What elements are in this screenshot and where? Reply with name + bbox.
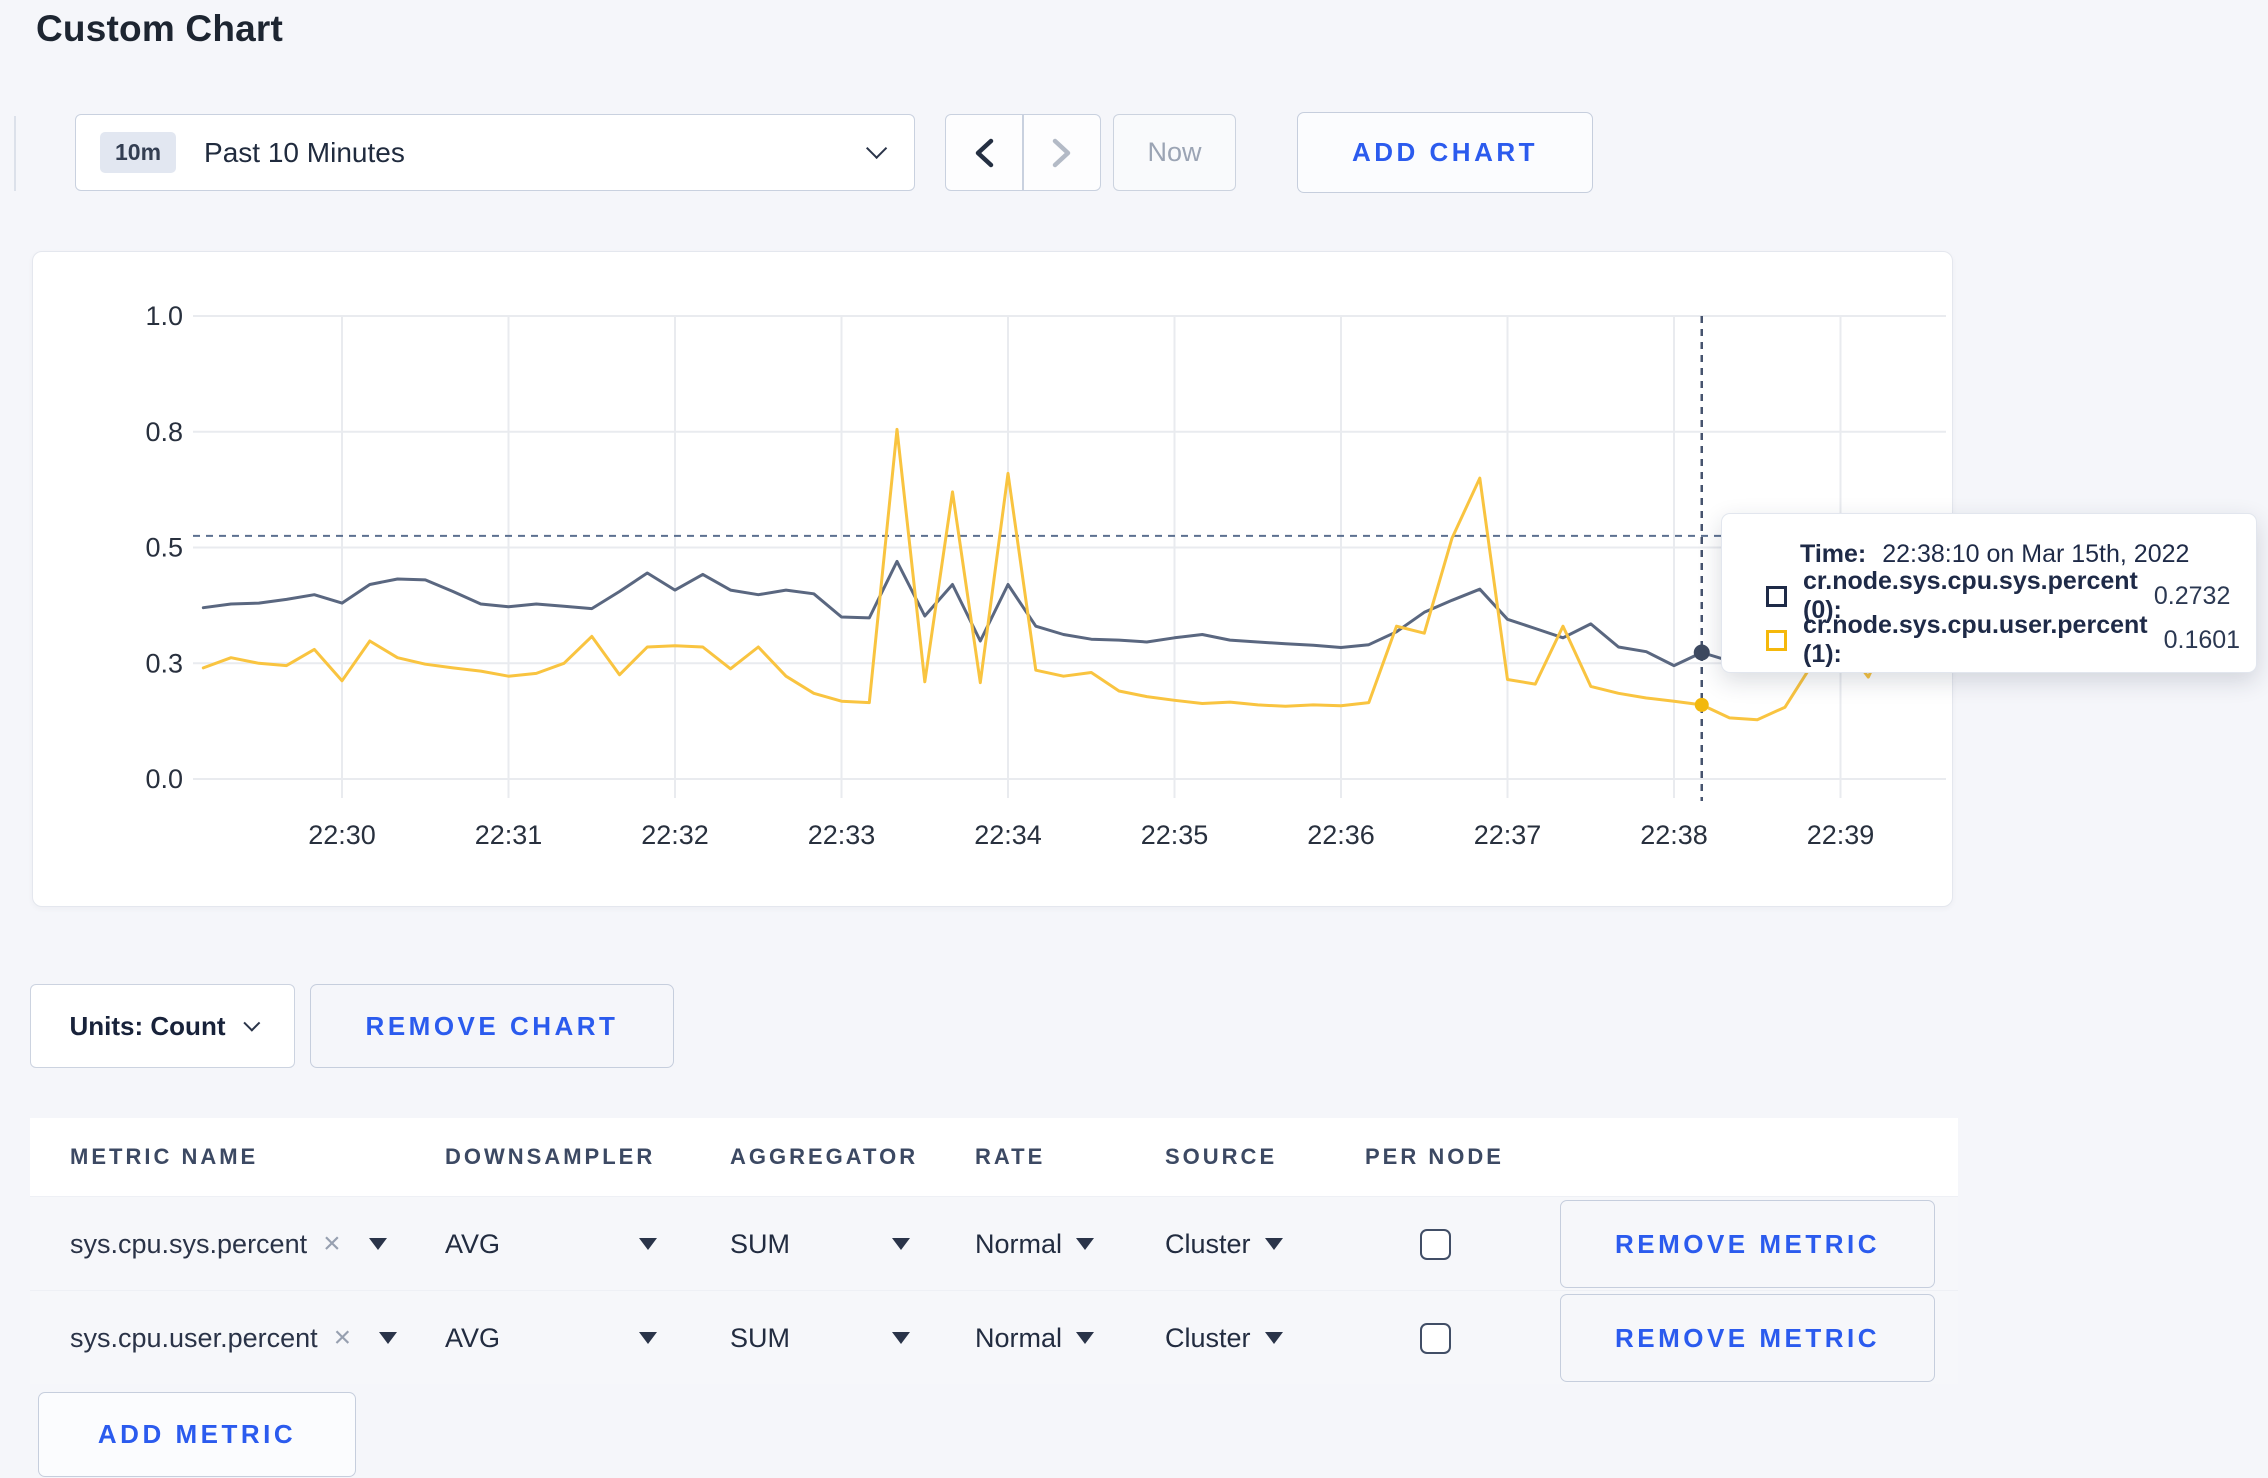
- chevron-down-icon: [243, 1014, 261, 1032]
- metric-name-dropdown[interactable]: sys.cpu.user.percent ×: [70, 1323, 445, 1354]
- svg-text:22:34: 22:34: [974, 820, 1042, 850]
- downsampler-dropdown[interactable]: AVG: [445, 1323, 657, 1354]
- remove-metric-button[interactable]: REMOVE METRIC: [1560, 1200, 1935, 1288]
- svg-text:22:31: 22:31: [475, 820, 543, 850]
- tooltip-series-value: 0.1601: [2163, 625, 2241, 654]
- close-icon[interactable]: ×: [323, 1229, 341, 1259]
- column-header-downsampler: DOWNSAMPLER: [445, 1144, 656, 1169]
- time-range-nav: [945, 114, 1101, 191]
- metric-name: sys.cpu.user.percent: [70, 1322, 318, 1353]
- timescale-dropdown[interactable]: 10m Past 10 Minutes: [75, 114, 915, 191]
- prev-range-button[interactable]: [945, 114, 1023, 191]
- column-header-metric-name: METRIC NAME: [70, 1144, 259, 1169]
- caret-down-icon: [892, 1332, 910, 1344]
- metrics-table: METRIC NAME DOWNSAMPLER AGGREGATOR RATE …: [30, 1118, 1958, 1384]
- svg-text:1.0: 1.0: [145, 301, 183, 331]
- caret-down-icon: [1264, 1238, 1283, 1250]
- remove-metric-button[interactable]: REMOVE METRIC: [1560, 1294, 1935, 1382]
- svg-text:22:37: 22:37: [1474, 820, 1542, 850]
- svg-text:22:30: 22:30: [308, 820, 376, 850]
- tooltip-entries: cr.node.sys.cpu.sys.percent (0): 0.2732 …: [1766, 567, 2240, 668]
- caret-down-icon: [1264, 1332, 1283, 1344]
- downsampler-dropdown[interactable]: AVG: [445, 1229, 657, 1260]
- aggregator-dropdown[interactable]: SUM: [730, 1229, 910, 1260]
- metric-name-dropdown[interactable]: sys.cpu.sys.percent ×: [70, 1229, 445, 1260]
- timescale-label: Past 10 Minutes: [204, 136, 405, 168]
- table-header-row: METRIC NAME DOWNSAMPLER AGGREGATOR RATE …: [30, 1118, 1958, 1196]
- per-node-checkbox[interactable]: [1420, 1228, 1451, 1260]
- chevron-left-icon: [975, 138, 994, 167]
- tooltip-series-row: cr.node.sys.cpu.user.percent (1): 0.1601: [1766, 611, 2240, 668]
- aggregator-dropdown[interactable]: SUM: [730, 1323, 910, 1354]
- caret-down-icon: [368, 1238, 387, 1250]
- caret-down-icon: [1076, 1238, 1095, 1250]
- svg-text:22:32: 22:32: [641, 820, 709, 850]
- rate-dropdown[interactable]: Normal: [975, 1323, 1095, 1354]
- svg-text:22:36: 22:36: [1307, 820, 1375, 850]
- chevron-right-icon: [1052, 138, 1071, 167]
- page-title: Custom Chart: [36, 8, 284, 49]
- caret-down-icon: [1076, 1332, 1095, 1344]
- units-label: Units: Count: [69, 1010, 226, 1041]
- caret-down-icon: [639, 1332, 657, 1344]
- column-header-per-node: PER NODE: [1365, 1144, 1504, 1169]
- add-chart-button[interactable]: ADD CHART: [1297, 112, 1593, 193]
- caret-down-icon: [379, 1332, 398, 1344]
- series-swatch-icon: [1766, 629, 1787, 651]
- metric-row: sys.cpu.user.percent × AVG SUM Normal Cl…: [30, 1290, 1958, 1384]
- remove-chart-button[interactable]: REMOVE CHART: [310, 984, 674, 1068]
- svg-text:0.0: 0.0: [145, 764, 183, 794]
- caret-down-icon: [892, 1238, 910, 1250]
- chart-tooltip: Time: 22:38:10 on Mar 15th, 2022 cr.node…: [1721, 513, 2257, 673]
- custom-chart-page: Custom Chart 10m Past 10 Minutes Now ADD…: [0, 0, 2268, 1478]
- series-swatch-icon: [1766, 585, 1787, 607]
- rate-dropdown[interactable]: Normal: [975, 1229, 1095, 1260]
- tooltip-time-label: Time:: [1800, 539, 1867, 568]
- source-dropdown[interactable]: Cluster: [1165, 1323, 1283, 1354]
- caret-down-icon: [639, 1238, 657, 1250]
- toolbar-divider: [14, 116, 16, 191]
- chevron-down-icon: [866, 137, 888, 159]
- close-icon[interactable]: ×: [334, 1323, 352, 1353]
- units-dropdown[interactable]: Units: Count: [30, 984, 295, 1068]
- metric-row: sys.cpu.sys.percent × AVG SUM Normal Clu…: [30, 1196, 1958, 1290]
- custom-chart-plot[interactable]: 22:30 22:31 22:32 22:33 22:34 22:35 22:36 22:37…: [33, 252, 1954, 908]
- svg-text:22:33: 22:33: [808, 820, 876, 850]
- metric-name: sys.cpu.sys.percent: [70, 1228, 308, 1259]
- per-node-checkbox[interactable]: [1420, 1322, 1451, 1354]
- svg-text:22:38: 22:38: [1640, 820, 1708, 850]
- timescale-badge: 10m: [100, 132, 177, 173]
- svg-text:0.3: 0.3: [145, 648, 183, 678]
- svg-text:22:35: 22:35: [1141, 820, 1209, 850]
- now-button[interactable]: Now: [1113, 114, 1236, 191]
- column-header-source: SOURCE: [1165, 1144, 1278, 1169]
- tooltip-series-label: cr.node.sys.cpu.user.percent (1):: [1803, 611, 2148, 668]
- source-dropdown[interactable]: Cluster: [1165, 1229, 1283, 1260]
- tooltip-series-value: 0.2732: [2153, 581, 2231, 610]
- next-range-button[interactable]: [1023, 114, 1101, 191]
- tooltip-time-value: 22:38:10 on Mar 15th, 2022: [1882, 539, 2190, 568]
- metric-rows: sys.cpu.sys.percent × AVG SUM Normal Clu…: [30, 1196, 1958, 1384]
- svg-text:0.8: 0.8: [145, 417, 183, 447]
- column-header-rate: RATE: [975, 1144, 1046, 1169]
- column-header-aggregator: AGGREGATOR: [730, 1144, 919, 1169]
- add-metric-button[interactable]: ADD METRIC: [38, 1392, 356, 1477]
- chart-card: 22:30 22:31 22:32 22:33 22:34 22:35 22:36 22:37…: [32, 251, 1953, 907]
- svg-text:0.5: 0.5: [145, 533, 183, 563]
- svg-text:22:39: 22:39: [1807, 820, 1875, 850]
